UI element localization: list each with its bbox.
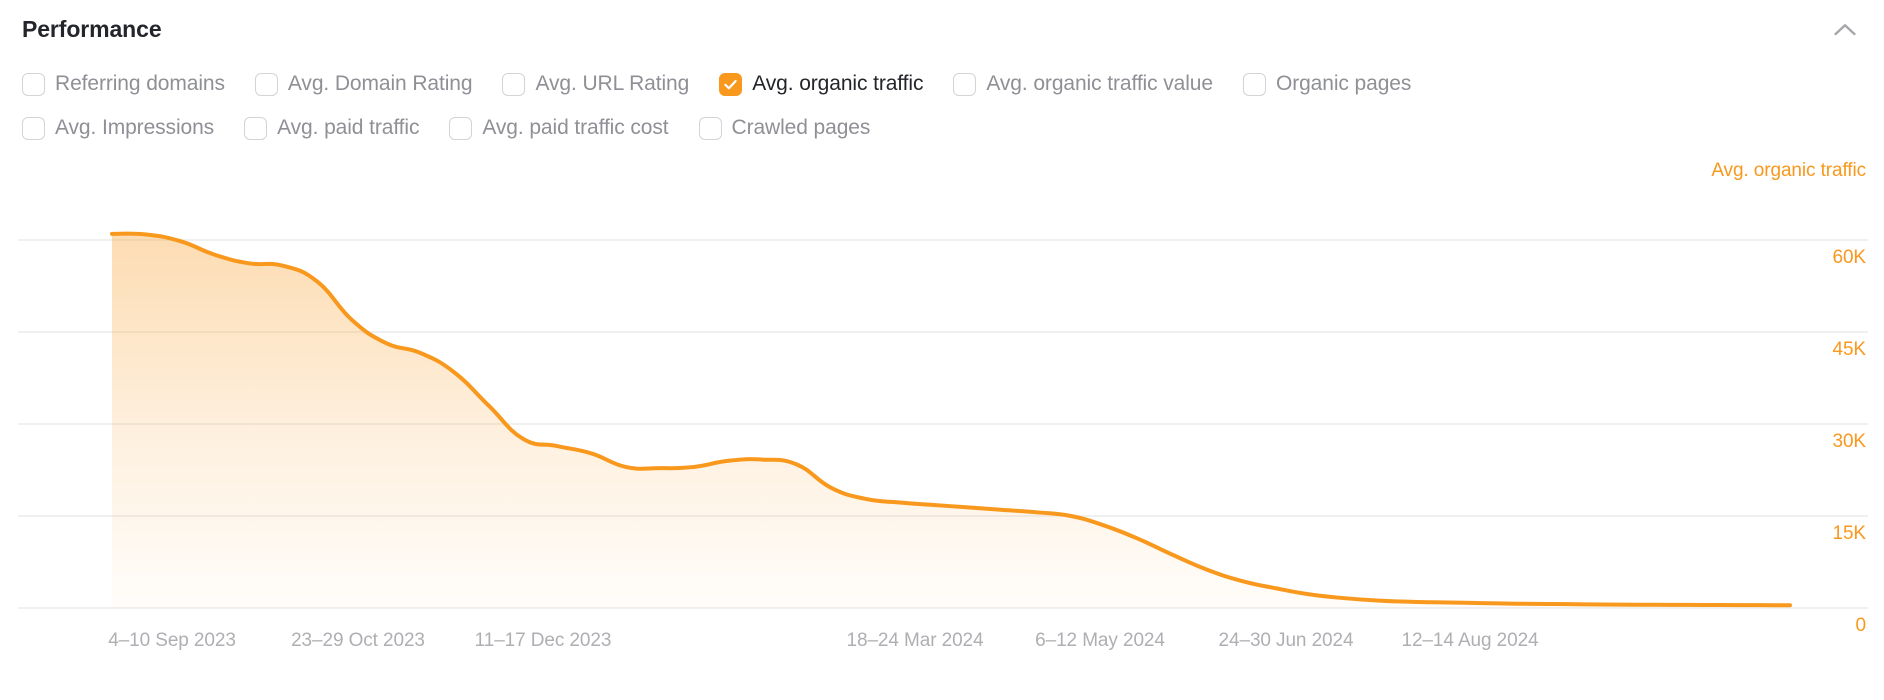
- panel-header: Performance: [0, 0, 1884, 58]
- metric-avg-url-rating[interactable]: Avg. URL Rating: [502, 72, 689, 96]
- metric-label: Referring domains: [55, 72, 225, 95]
- y-axis-tick-label: 15K: [1832, 523, 1866, 544]
- y-axis-tick-label: 30K: [1832, 431, 1866, 452]
- collapse-panel-button[interactable]: [1828, 12, 1862, 46]
- checkbox-avg-paid-traffic-cost[interactable]: [449, 116, 473, 140]
- checkbox-avg-organic-traffic-value[interactable]: [953, 72, 977, 96]
- checkbox-avg-organic-traffic[interactable]: [719, 72, 743, 96]
- x-axis-tick-label: 24–30 Jun 2024: [1218, 630, 1354, 651]
- metric-label: Avg. URL Rating: [535, 72, 690, 95]
- x-axis-tick-label: 11–17 Dec 2023: [474, 630, 612, 651]
- checkbox-avg-url-rating[interactable]: [502, 72, 526, 96]
- checkbox-avg-impressions[interactable]: [22, 116, 45, 140]
- metric-avg-paid-traffic[interactable]: Avg. paid traffic: [244, 116, 419, 140]
- metric-label: Avg. Impressions: [55, 116, 215, 139]
- checkbox-referring-domains[interactable]: [22, 72, 45, 96]
- chart-area-fill: [112, 233, 1790, 608]
- metric-avg-organic-traffic[interactable]: Avg. organic traffic: [719, 72, 923, 96]
- y-axis-tick-label: 60K: [1832, 247, 1866, 268]
- metric-label: Avg. Domain Rating: [287, 72, 473, 95]
- x-axis-tick-label: 23–29 Oct 2023: [291, 630, 425, 651]
- metric-avg-domain-rating[interactable]: Avg. Domain Rating: [254, 72, 473, 96]
- metric-row-2: Avg. Impressions Avg. paid traffic Avg. …: [22, 106, 1862, 150]
- chart-plot: [18, 231, 1868, 609]
- checkbox-avg-paid-traffic[interactable]: [244, 116, 268, 140]
- checkbox-organic-pages[interactable]: [1242, 72, 1266, 96]
- check-icon: [724, 79, 737, 89]
- metric-label: Organic pages: [1275, 72, 1412, 95]
- metric-organic-pages[interactable]: Organic pages: [1242, 72, 1412, 96]
- y-axis-tick-label: 45K: [1832, 339, 1866, 360]
- metric-label: Avg. organic traffic: [752, 72, 924, 95]
- chevron-up-icon: [1834, 23, 1856, 35]
- metric-avg-paid-traffic-cost[interactable]: Avg. paid traffic cost: [449, 116, 669, 140]
- metric-row-1: Referring domains Avg. Domain Rating Avg…: [22, 62, 1862, 106]
- checkbox-avg-domain-rating[interactable]: [254, 72, 278, 96]
- performance-panel: Performance Referring domains Avg. Domai…: [0, 0, 1884, 700]
- checkbox-crawled-pages[interactable]: [698, 116, 722, 140]
- metric-avg-organic-traffic-value[interactable]: Avg. organic traffic value: [953, 72, 1213, 96]
- metric-label: Crawled pages: [731, 116, 871, 139]
- metric-label: Avg. paid traffic cost: [482, 116, 669, 139]
- metric-toggles: Referring domains Avg. Domain Rating Avg…: [22, 62, 1862, 150]
- metric-label: Avg. organic traffic value: [986, 72, 1213, 95]
- metric-crawled-pages[interactable]: Crawled pages: [698, 116, 871, 140]
- metric-label: Avg. paid traffic: [277, 116, 420, 139]
- x-axis-tick-label: 6–12 May 2024: [1035, 630, 1165, 651]
- metric-referring-domains[interactable]: Referring domains: [22, 72, 225, 96]
- metric-avg-impressions[interactable]: Avg. Impressions: [22, 116, 214, 140]
- x-axis-tick-label: 12–14 Aug 2024: [1401, 630, 1539, 651]
- performance-chart[interactable]: Avg. organic traffic 60K 45K 30K 15K 0 4–10 …: [0, 150, 1884, 700]
- x-axis-tick-label: 18–24 Mar 2024: [846, 630, 984, 651]
- x-axis-tick-label: 4–10 Sep 2023: [108, 630, 236, 651]
- y-axis-tick-label: 0: [1855, 615, 1867, 636]
- page-title: Performance: [22, 15, 162, 42]
